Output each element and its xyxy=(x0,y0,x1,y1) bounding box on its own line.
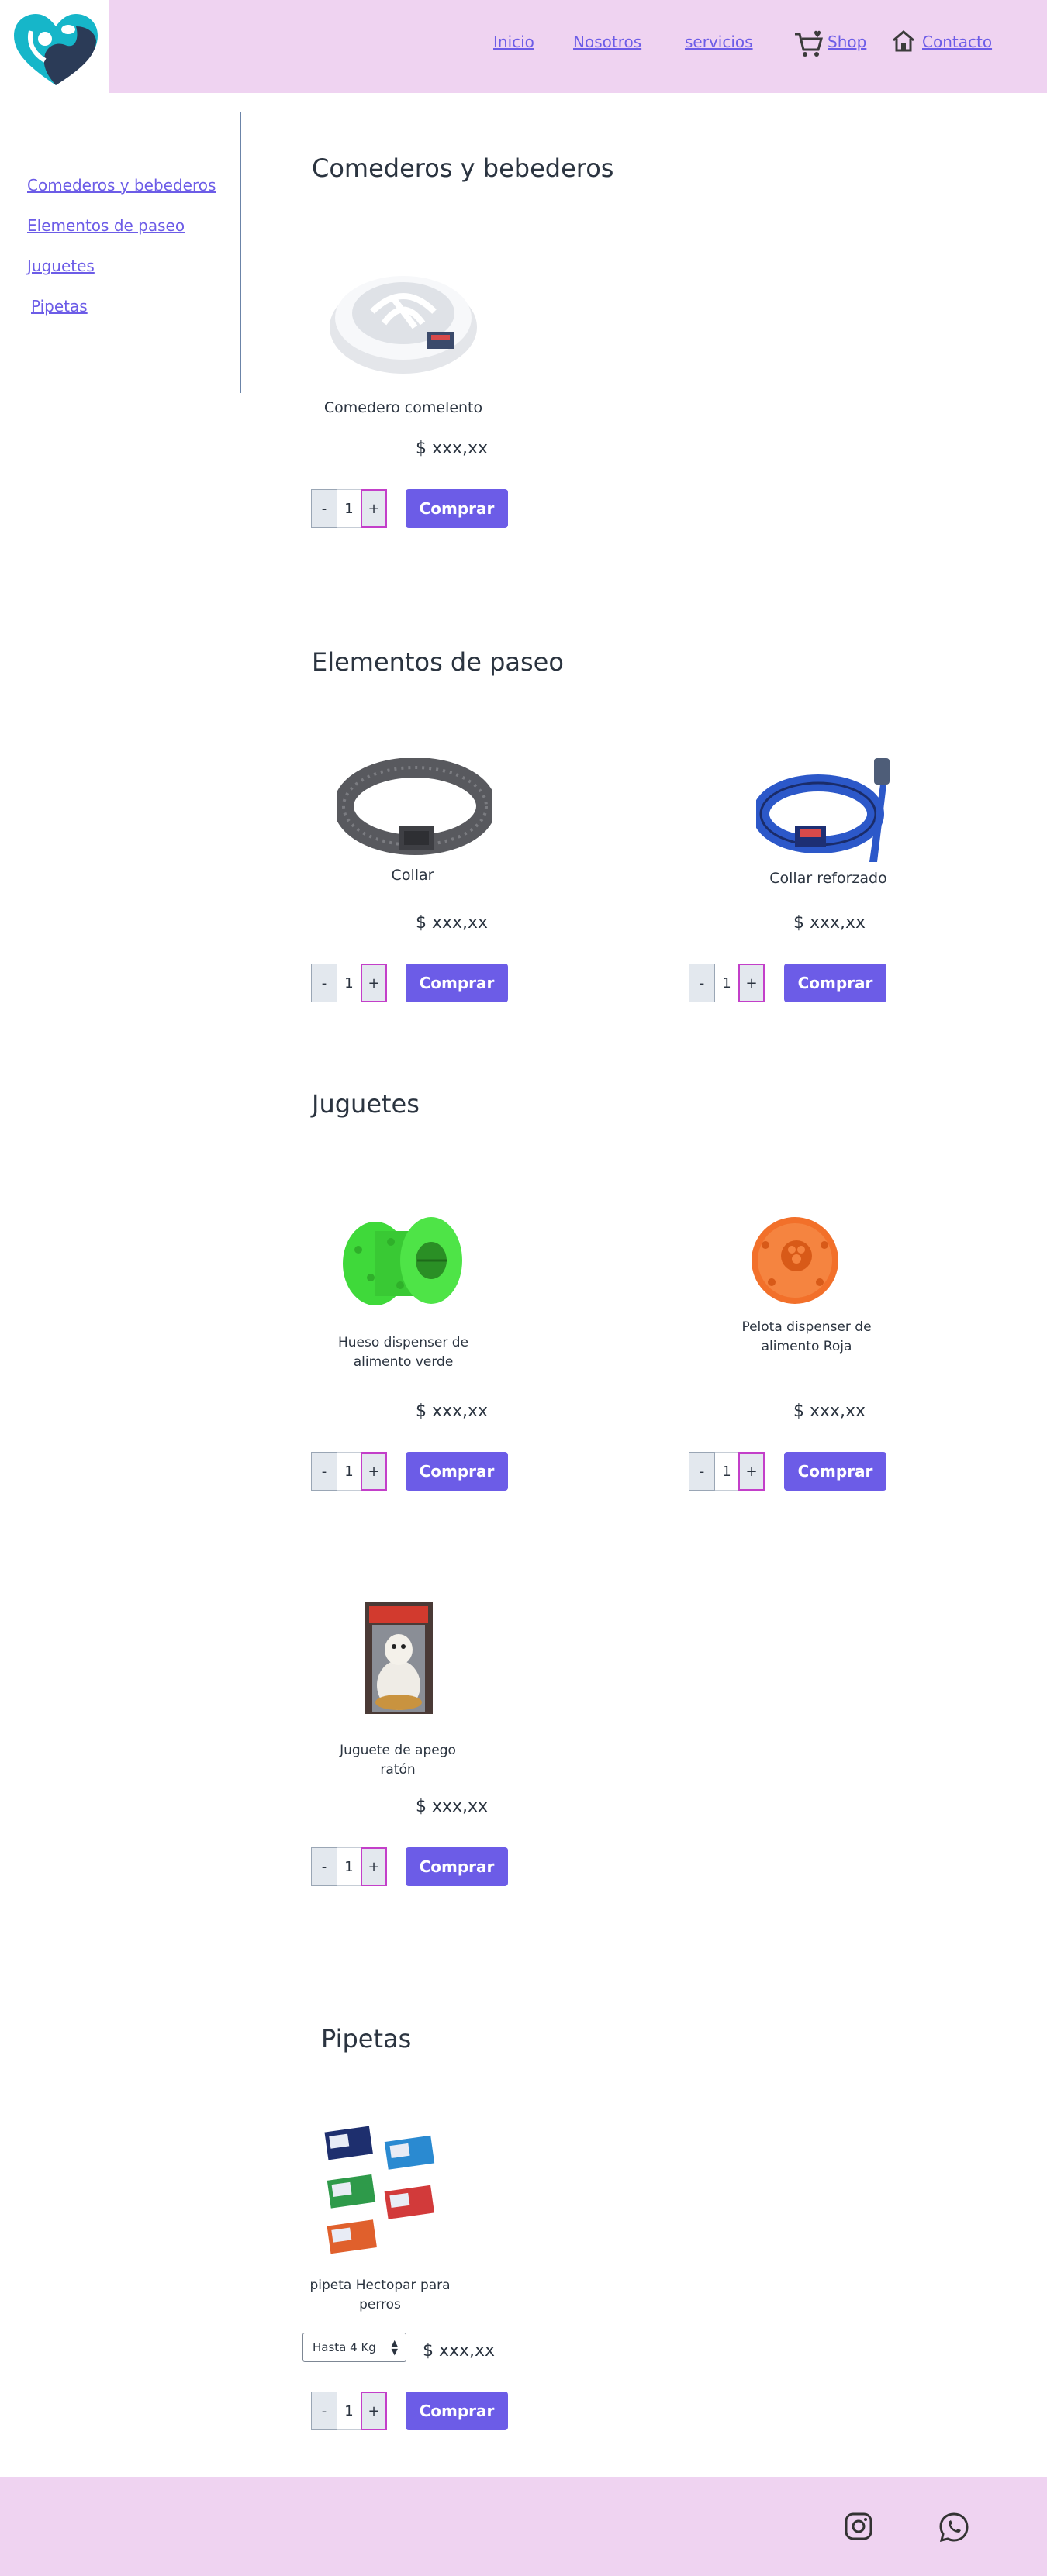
increment-button[interactable]: + xyxy=(738,1452,765,1491)
product-image-hueso-verde xyxy=(343,1217,462,1305)
sidebar-item-paseo[interactable]: Elementos de paseo xyxy=(27,216,185,235)
weight-size-select[interactable]: Hasta 4 Kg ▲ ▼ xyxy=(302,2333,406,2362)
buy-button[interactable]: Comprar xyxy=(406,2392,508,2430)
buy-button[interactable]: Comprar xyxy=(784,964,886,1002)
nav-servicios[interactable]: servicios xyxy=(685,33,753,51)
product-price: $ xxx,xx xyxy=(416,1402,489,1421)
product-image-pipeta-hectopar xyxy=(324,2126,435,2254)
section-title-comederos: Comederos y bebederos xyxy=(312,153,614,183)
cart-icon[interactable] xyxy=(793,29,824,62)
whatsapp-icon[interactable] xyxy=(938,2511,970,2547)
product-price: $ xxx,xx xyxy=(793,1402,866,1421)
product-price: $ xxx,xx xyxy=(416,1797,489,1816)
product-price: $ xxx,xx xyxy=(423,2341,496,2360)
sidebar-item-comederos[interactable]: Comederos y bebederos xyxy=(27,176,216,195)
increment-button[interactable]: + xyxy=(361,1847,387,1886)
quantity-stepper: - 1 + xyxy=(689,964,765,1002)
decrement-button[interactable]: - xyxy=(311,2392,337,2430)
instagram-icon[interactable] xyxy=(844,2512,873,2544)
home-icon[interactable] xyxy=(891,29,916,56)
decrement-button[interactable]: - xyxy=(311,1847,337,1886)
decrement-button[interactable]: - xyxy=(311,489,337,528)
quantity-value[interactable]: 1 xyxy=(337,964,361,1002)
quantity-value[interactable]: 1 xyxy=(337,2392,361,2430)
quantity-stepper: - 1 + xyxy=(311,1847,387,1886)
product-name: pipeta Hectopar para perros xyxy=(309,2278,451,2312)
heart-paw-logo-icon xyxy=(14,14,98,85)
sidebar-item-juguetes[interactable]: Juguetes xyxy=(27,257,95,275)
increment-button[interactable]: + xyxy=(361,964,387,1002)
quantity-value[interactable]: 1 xyxy=(337,489,361,528)
product-image-collar xyxy=(337,758,492,855)
selected-option: Hasta 4 Kg xyxy=(313,2340,376,2354)
quantity-stepper: - 1 + xyxy=(311,2392,387,2430)
quantity-stepper: - 1 + xyxy=(311,964,387,1002)
nav-shop[interactable]: Shop xyxy=(828,33,866,51)
buy-button[interactable]: Comprar xyxy=(406,964,508,1002)
section-title-pipetas: Pipetas xyxy=(321,2024,412,2054)
category-sidebar: Comederos y bebederos Elementos de paseo… xyxy=(0,112,241,393)
product-price: $ xxx,xx xyxy=(793,913,866,933)
product-image-comedero xyxy=(330,276,477,374)
nav-contacto[interactable]: Contacto xyxy=(922,33,992,51)
sidebar-item-pipetas[interactable]: Pipetas xyxy=(31,297,88,316)
product-name: Pelota dispenser de alimento Roja xyxy=(741,1319,872,1354)
section-title-juguetes: Juguetes xyxy=(312,1089,420,1119)
nav-nosotros[interactable]: Nosotros xyxy=(573,33,641,51)
footer xyxy=(0,2477,1047,2576)
buy-button[interactable]: Comprar xyxy=(406,1452,508,1491)
product-image-collar-reforzado xyxy=(756,758,890,862)
decrement-button[interactable]: - xyxy=(311,1452,337,1491)
buy-button[interactable]: Comprar xyxy=(406,1847,508,1886)
chevron-up-down-icon: ▲ ▼ xyxy=(391,2338,398,2357)
quantity-value[interactable]: 1 xyxy=(337,1847,361,1886)
quantity-value[interactable]: 1 xyxy=(715,1452,738,1491)
product-price: $ xxx,xx xyxy=(416,439,489,458)
increment-button[interactable]: + xyxy=(361,1452,387,1491)
increment-button[interactable]: + xyxy=(361,489,387,528)
product-price: $ xxx,xx xyxy=(416,913,489,933)
quantity-stepper: - 1 + xyxy=(311,1452,387,1491)
section-title-paseo: Elementos de paseo xyxy=(312,647,564,677)
product-name: Comedero comelento xyxy=(323,399,483,416)
increment-button[interactable]: + xyxy=(361,2392,387,2430)
quantity-stepper: - 1 + xyxy=(689,1452,765,1491)
product-name: Collar xyxy=(391,867,434,884)
product-image-juguete-raton xyxy=(365,1602,433,1714)
decrement-button[interactable]: - xyxy=(311,964,337,1002)
quantity-stepper: - 1 + xyxy=(311,489,387,528)
product-image-pelota-roja xyxy=(752,1217,838,1304)
nav-inicio[interactable]: Inicio xyxy=(493,33,534,51)
buy-button[interactable]: Comprar xyxy=(784,1452,886,1491)
product-name: Collar reforzado xyxy=(769,870,887,887)
decrement-button[interactable]: - xyxy=(689,1452,715,1491)
decrement-button[interactable]: - xyxy=(689,964,715,1002)
header: Inicio Nosotros servicios Shop Contacto xyxy=(0,0,1047,93)
buy-button[interactable]: Comprar xyxy=(406,489,508,528)
logo[interactable] xyxy=(0,0,109,93)
increment-button[interactable]: + xyxy=(738,964,765,1002)
product-name: Juguete de apego ratón xyxy=(340,1743,456,1778)
quantity-value[interactable]: 1 xyxy=(715,964,738,1002)
quantity-value[interactable]: 1 xyxy=(337,1452,361,1491)
product-name: Hueso dispenser de alimento verde xyxy=(337,1335,469,1370)
